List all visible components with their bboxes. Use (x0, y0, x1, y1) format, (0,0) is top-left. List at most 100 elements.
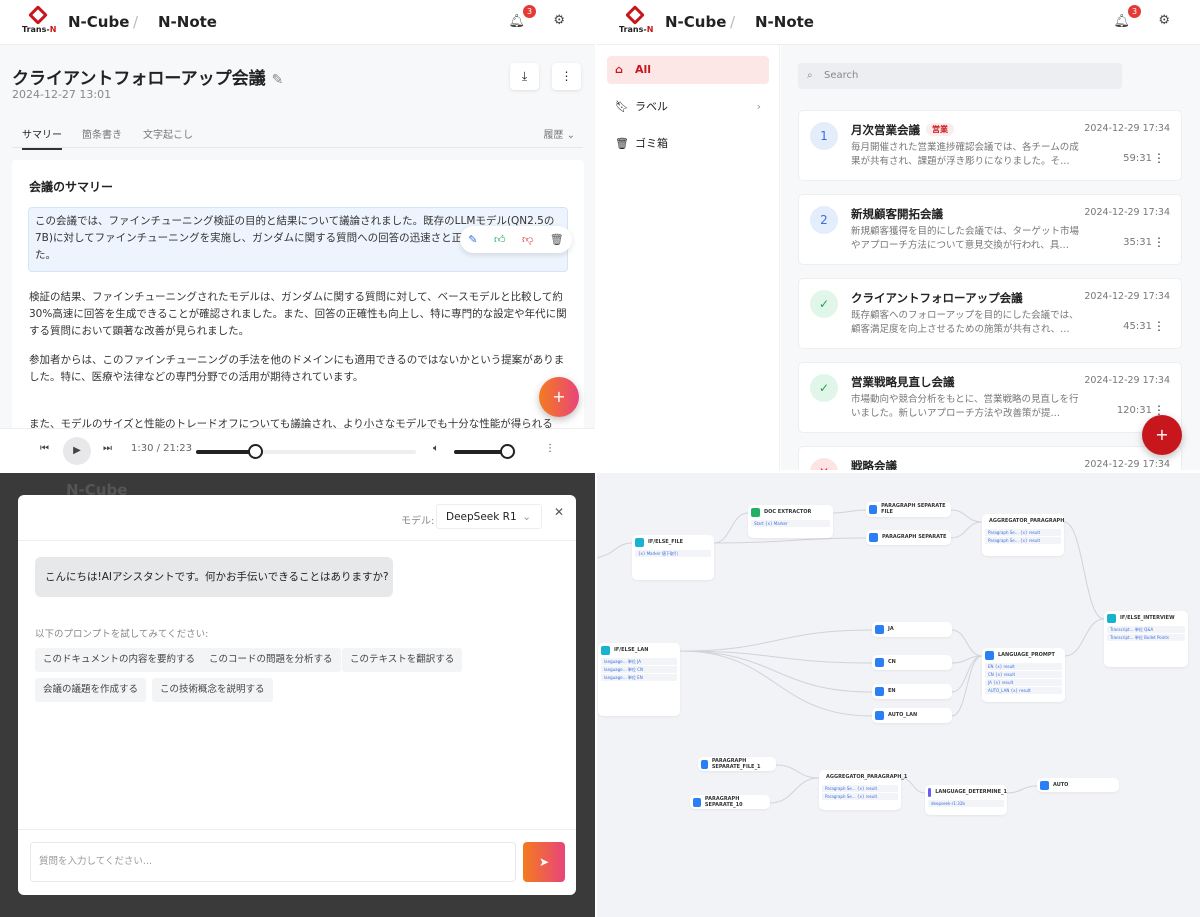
workflow-node[interactable]: JA (872, 622, 952, 637)
workflow-node[interactable]: CN (872, 655, 952, 670)
prompt-chip[interactable]: このコードの問題を分析する (201, 648, 341, 672)
sidebar-item-label[interactable]: 🔖︎ ラベル › (607, 93, 769, 121)
node-header: PARAGRAPH SEPARATE (866, 530, 951, 544)
node-row: Paragraph Se… {x} result (822, 785, 898, 792)
workflow-node[interactable]: PARAGRAPH SEPARATE_FILE_1 (698, 757, 776, 771)
workflow-edge (713, 512, 749, 544)
progress-slider[interactable] (196, 444, 416, 459)
play-button[interactable]: ▶ (63, 437, 91, 465)
workflow-node[interactable]: AUTO (1037, 778, 1119, 792)
chevron-right-icon: › (756, 100, 761, 113)
add-button[interactable]: + (539, 377, 579, 417)
search-input[interactable]: ⌕ Search (798, 63, 1122, 89)
bell-icon[interactable]: 🔔︎ (508, 14, 525, 29)
item-description: 既存顧客へのフォローアップを目的にした会議では、顧客満足度を向上させるための施策… (851, 310, 1079, 335)
more-icon[interactable]: ⋮ (1153, 319, 1165, 333)
pencil-icon[interactable]: ✎ (272, 72, 284, 88)
workflow-node[interactable]: IF/ELSE_LAN language… 単位 JA language… 単位 C… (598, 643, 680, 716)
app-name[interactable]: N-Note (755, 13, 814, 31)
workflow-canvas[interactable]: IF/ELSE_FILE {x} Marker 値下取引 DOC EXTRACTOR… (597, 473, 1200, 917)
workflow-node[interactable]: IF/ELSE_INTERVIEW Transcript… 単位 Q&A Trans… (1104, 611, 1188, 667)
more-icon[interactable]: ⋮ (1153, 235, 1165, 249)
skip-forward-icon[interactable]: ⏭ (103, 443, 112, 454)
node-title: AGGREGATOR_PARAGRAPH_1 (826, 774, 908, 780)
page-title: クライアントフォローアップ会議 ✎ (12, 64, 283, 89)
thumbs-up-icon[interactable]: 👍︎ (494, 233, 506, 246)
tab-summary[interactable]: サマリー (22, 126, 62, 150)
workflow-node[interactable]: AGGREGATOR_PARAGRAPH_1 Paragraph Se… {x} … (819, 770, 907, 810)
chat-overlay: N-Cube モデル: DeepSeek R1 ⌄ ✕ こんにちは!AIアシスタン… (0, 473, 595, 917)
workflow-edge (950, 521, 983, 539)
summary-paragraph: 参加者からは、このファインチューニングの手法を他のドメインにも適用できるのではな… (29, 354, 565, 383)
section-title: 会議のサマリー (29, 180, 114, 194)
tab-transcript[interactable]: 文字起こし (143, 126, 193, 141)
app-name[interactable]: N-Note (158, 13, 217, 31)
download-button[interactable]: ⤓ (510, 63, 539, 90)
trans-n-logo[interactable]: Trans-N (22, 5, 56, 36)
thumbs-down-icon[interactable]: 👎︎ (522, 233, 533, 246)
workflow-node[interactable]: EN (872, 684, 952, 699)
volume-icon[interactable]: 🔈︎ (433, 443, 439, 454)
more-button[interactable]: ⋮ (552, 63, 581, 90)
item-description: 新規顧客獲得を目的にした会議では、ターゲット市場やアプローチ方法について意見交換… (851, 226, 1080, 251)
node-row: Paragraph Se… {x} result (985, 537, 1061, 544)
list-item[interactable]: ✓ クライアントフォローアップ会議 既存顧客へのフォローアップを目的にした会議で… (798, 278, 1182, 349)
edit-icon[interactable]: ✎ (468, 233, 477, 246)
bell-icon[interactable]: 🔔︎ (1113, 14, 1130, 29)
node-header: IF/ELSE_LAN (598, 643, 680, 657)
prompt-chip[interactable]: この技術概念を説明する (152, 678, 273, 702)
workflow-edge (832, 509, 867, 514)
question-input[interactable]: 質問を入力してください... (30, 842, 516, 882)
brand-name[interactable]: N-Cube (665, 13, 726, 31)
list-item[interactable]: ✓ 営業戦略見直し会議 市場動向や競合分析をもとに、営業戦略の見直しを行いました… (798, 362, 1182, 433)
workflow-node[interactable]: PARAGRAPH SEPARATE (866, 530, 951, 545)
add-button[interactable]: + (1142, 415, 1182, 455)
history-dropdown[interactable]: 履歴 ⌄ (543, 126, 575, 141)
volume-slider[interactable] (454, 444, 516, 459)
node-title: JA (888, 626, 894, 632)
send-button[interactable]: ➤ (523, 842, 565, 882)
workflow-node[interactable]: LANGUAGE_DETERMINE_1 deepseek-r1:32b (925, 785, 1007, 815)
list-item[interactable]: ✕ 戦略会議 2024-12-29 17:34 (798, 446, 1182, 470)
sidebar-item-all[interactable]: ⌂ All (607, 56, 769, 84)
trans-n-logo[interactable]: Trans-N (619, 5, 653, 36)
workflow-edge (679, 629, 873, 652)
workflow-node[interactable]: DOC EXTRACTOR Start {x} Marker (748, 505, 833, 538)
workflow-edge (1064, 618, 1105, 657)
node-type-icon (751, 507, 760, 517)
workflow-node[interactable]: PARAGRAPH SEPARATE FILE (866, 502, 951, 517)
workflow-node[interactable]: PARAGRAPH SEPARATE_10 (690, 795, 770, 809)
list-item[interactable]: 2 新規顧客開拓会議 新規顧客獲得を目的にした会議では、ターゲット市場やアプロー… (798, 194, 1182, 265)
workflow-node[interactable]: AGGREGATOR_PARAGRAPH Paragraph Se… {x} re… (982, 514, 1064, 556)
time-readout: 1:30 / 21:23 (131, 443, 193, 454)
workflow-edge (679, 650, 873, 717)
gear-icon[interactable]: ⚙ (553, 13, 565, 28)
list-item[interactable]: 1 月次営業会議 営業 毎月開催された営業進捗確認会議では、各チームの成果が共有さ… (798, 110, 1182, 181)
prompt-chip[interactable]: このテキストを翻訳する (342, 648, 463, 672)
trash-icon[interactable]: 🗑︎ (550, 233, 564, 246)
prompt-chip[interactable]: 会議の議題を作成する (35, 678, 147, 702)
prompt-chip[interactable]: このドキュメントの内容を要約する (35, 648, 204, 672)
node-header: IF/ELSE_FILE (632, 535, 714, 549)
tab-bullets[interactable]: 箇条書き (82, 126, 122, 141)
gear-icon[interactable]: ⚙ (1158, 13, 1170, 28)
more-icon[interactable]: ⋮ (1153, 151, 1165, 165)
model-select[interactable]: DeepSeek R1 ⌄ (436, 504, 542, 529)
item-title: 戦略会議 (851, 458, 897, 470)
notification-badge: 3 (523, 5, 536, 18)
workflow-node[interactable]: LANGUAGE_PROMPT EN {x} result CN {x} resul… (982, 648, 1065, 702)
node-row: language… 単位 CN (601, 666, 677, 673)
node-type-icon (693, 797, 701, 807)
workflow-node[interactable]: AUTO_LAN (872, 708, 952, 723)
skip-back-icon[interactable]: ⏮ (40, 443, 49, 454)
status-icon: 1 (810, 122, 838, 150)
workflow-edge (769, 777, 820, 804)
close-icon[interactable]: ✕ (554, 505, 564, 519)
sidebar-item-trash[interactable]: 🗑︎ ゴミ箱 (607, 130, 769, 158)
brand-name[interactable]: N-Cube (68, 13, 129, 31)
status-icon: ✕ (810, 458, 838, 470)
more-icon[interactable]: ⋮ (545, 443, 555, 454)
node-type-icon (875, 624, 884, 634)
workflow-node[interactable]: IF/ELSE_FILE {x} Marker 値下取引 (632, 535, 714, 580)
notification-badge: 3 (1128, 5, 1141, 18)
